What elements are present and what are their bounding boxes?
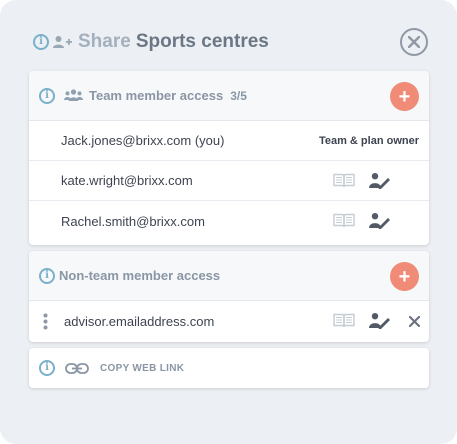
share-panel: i Share Sports centres i Team member acc… bbox=[0, 0, 457, 444]
member-email: Rachel.smith@brixx.com bbox=[61, 213, 205, 229]
info-icon[interactable]: i bbox=[39, 87, 55, 104]
share-label: Share bbox=[78, 31, 131, 52]
add-user-icon bbox=[53, 35, 73, 49]
member-email: Jack.jones@brixx.com (you) bbox=[61, 133, 225, 148]
page-title: Sports centres bbox=[135, 31, 269, 52]
edit-access-icon[interactable] bbox=[369, 172, 391, 194]
team-member-count: 3/5 bbox=[230, 88, 247, 103]
non-team-member-row: advisor.emailaddress.com bbox=[29, 301, 429, 341]
info-icon[interactable]: i bbox=[33, 34, 49, 50]
view-access-icon[interactable] bbox=[333, 213, 355, 233]
share-header: i Share Sports centres bbox=[33, 28, 269, 56]
drag-handle-icon[interactable] bbox=[43, 313, 48, 335]
plus-icon: + bbox=[398, 265, 411, 288]
team-access-title: Team member access bbox=[89, 88, 224, 103]
member-email: kate.wright@brixx.com bbox=[61, 173, 193, 188]
info-icon[interactable]: i bbox=[39, 267, 55, 284]
team-member-row: Jack.jones@brixx.com (you) Team & plan o… bbox=[29, 121, 429, 161]
link-icon[interactable] bbox=[65, 362, 89, 374]
view-access-icon[interactable] bbox=[333, 173, 355, 193]
team-member-row: kate.wright@brixx.com bbox=[29, 161, 429, 201]
member-email: advisor.emailaddress.com bbox=[64, 313, 215, 329]
team-access-card: i Team member access 3/5 + Jack.jones@br… bbox=[29, 71, 429, 245]
plus-icon: + bbox=[398, 85, 411, 108]
remove-icon[interactable] bbox=[408, 314, 421, 332]
non-team-access-header: i Non-team member access + bbox=[29, 251, 429, 301]
non-team-access-title: Non-team member access bbox=[59, 268, 221, 283]
add-team-member-button[interactable]: + bbox=[390, 82, 419, 111]
info-icon[interactable]: i bbox=[39, 360, 55, 376]
non-team-access-card: i Non-team member access + advisor.email… bbox=[29, 251, 429, 342]
close-button[interactable] bbox=[400, 28, 428, 56]
edit-access-icon[interactable] bbox=[369, 312, 391, 334]
close-icon bbox=[408, 36, 420, 48]
owner-badge: Team & plan owner bbox=[318, 134, 419, 147]
team-member-row: Rachel.smith@brixx.com bbox=[29, 201, 429, 241]
edit-access-icon[interactable] bbox=[369, 212, 391, 234]
add-non-team-member-button[interactable]: + bbox=[390, 262, 419, 291]
copy-web-link-button[interactable]: COPY WEB LINK bbox=[100, 363, 184, 374]
web-link-card: i COPY WEB LINK bbox=[29, 348, 429, 388]
team-access-header: i Team member access 3/5 + bbox=[29, 71, 429, 121]
team-icon bbox=[64, 89, 83, 102]
view-access-icon[interactable] bbox=[333, 313, 355, 333]
